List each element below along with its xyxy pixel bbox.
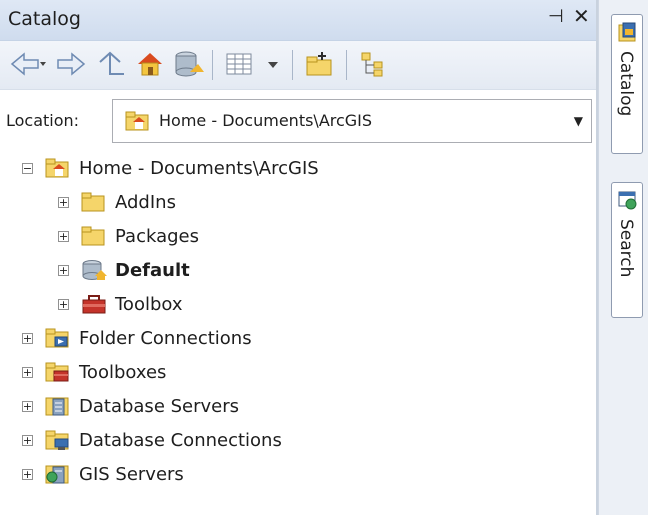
home-icon: [138, 53, 162, 76]
tree-node-label: Toolboxes: [79, 361, 167, 383]
tree-node-gis-servers[interactable]: + GIS Servers: [22, 458, 184, 490]
views-dropdown[interactable]: [262, 48, 284, 80]
home-folder-icon: [125, 110, 151, 136]
folder-connection-icon: [45, 328, 69, 348]
connect-to-folder-button[interactable]: [302, 48, 338, 80]
toolboxes-icon: [45, 362, 69, 382]
expand-toggle[interactable]: +: [58, 298, 69, 310]
expand-toggle[interactable]: +: [22, 400, 33, 412]
tree-view-icon: [361, 52, 383, 77]
forward-button[interactable]: [54, 48, 90, 80]
list-view-icon: [226, 53, 252, 75]
database-server-icon: [45, 397, 69, 416]
catalog-toolbar: [0, 41, 598, 90]
tree-node-packages[interactable]: + Packages: [58, 220, 199, 252]
tree-node-toolboxes[interactable]: + Toolboxes: [22, 356, 166, 388]
tree-node-label: Default: [115, 259, 190, 281]
tree-node-label: GIS Servers: [79, 463, 184, 485]
expand-toggle[interactable]: +: [22, 468, 33, 480]
catalog-tab[interactable]: Catalog: [611, 14, 643, 154]
back-button[interactable]: [6, 48, 50, 80]
tree-node-label: Database Connections: [79, 429, 282, 451]
location-label: Location:: [6, 111, 80, 130]
geodatabase-icon: [82, 260, 107, 280]
chevron-down-icon: [268, 62, 278, 68]
home-folder-icon: [45, 158, 69, 178]
forward-arrow-icon: [57, 52, 86, 76]
connect-folder-icon: [306, 52, 332, 76]
geodatabase-icon: [175, 51, 204, 77]
pin-icon[interactable]: ⊣: [548, 6, 564, 27]
home-button[interactable]: [132, 48, 168, 80]
catalog-window: Catalog ⊣ ✕ Location: Home - Documents\A…: [0, 0, 598, 515]
folder-icon: [81, 226, 105, 246]
search-tab-label: Search: [616, 219, 636, 278]
up-one-level-button[interactable]: [94, 48, 130, 80]
search-tab[interactable]: Search: [611, 182, 643, 318]
tree-node-database-servers[interactable]: + Database Servers: [22, 390, 239, 422]
dock-sidebar: Catalog Search: [598, 0, 648, 515]
tree-node-folder-connections[interactable]: + Folder Connections: [22, 322, 252, 354]
toolbar-separator: [346, 50, 347, 80]
expand-toggle[interactable]: +: [22, 434, 33, 446]
expand-toggle[interactable]: +: [58, 230, 69, 242]
back-arrow-icon: [10, 52, 46, 76]
expand-toggle[interactable]: +: [22, 332, 33, 344]
location-bar: Location: Home - Documents\ArcGIS ▼: [0, 95, 598, 149]
database-connection-icon: [45, 430, 69, 450]
tree-node-label: Folder Connections: [79, 327, 252, 349]
catalog-tab-label: Catalog: [616, 51, 636, 117]
default-geodatabase-button[interactable]: [170, 48, 206, 80]
tree-node-addins[interactable]: + AddIns: [58, 186, 176, 218]
tree-node-label: Database Servers: [79, 395, 240, 417]
tree-node-label: Packages: [115, 225, 199, 247]
toolbar-separator: [292, 50, 293, 80]
search-window-icon: [617, 189, 639, 215]
tree-node-default[interactable]: + Default: [58, 254, 190, 286]
gis-server-icon: [45, 465, 69, 484]
catalog-icon: [617, 21, 639, 47]
tree-node-toolbox[interactable]: + Toolbox: [58, 288, 183, 320]
chevron-down-icon[interactable]: ▼: [574, 114, 583, 128]
tree-node-home[interactable]: − Home - Documents\ArcGIS: [22, 152, 319, 184]
up-level-icon: [99, 51, 124, 75]
expand-toggle[interactable]: +: [58, 264, 69, 276]
toolbar-separator: [212, 50, 213, 80]
toggle-contents-panel-button[interactable]: [356, 48, 392, 80]
location-value: Home - Documents\ArcGIS: [159, 111, 373, 130]
title-bar: Catalog ⊣ ✕: [0, 0, 598, 41]
expand-toggle[interactable]: +: [58, 196, 69, 208]
tree-node-label: Home - Documents\ArcGIS: [79, 157, 319, 179]
tree-node-database-connections[interactable]: + Database Connections: [22, 424, 282, 456]
tree-node-label: Toolbox: [115, 293, 183, 315]
tree-node-label: AddIns: [115, 191, 176, 213]
folder-icon: [81, 192, 105, 212]
collapse-toggle[interactable]: −: [22, 162, 33, 174]
window-title: Catalog: [8, 8, 81, 30]
location-combobox[interactable]: Home - Documents\ArcGIS ▼: [112, 99, 592, 143]
toolbox-icon: [82, 295, 106, 314]
close-button[interactable]: ✕: [573, 4, 590, 28]
expand-toggle[interactable]: +: [22, 366, 33, 378]
views-button[interactable]: [222, 48, 262, 80]
